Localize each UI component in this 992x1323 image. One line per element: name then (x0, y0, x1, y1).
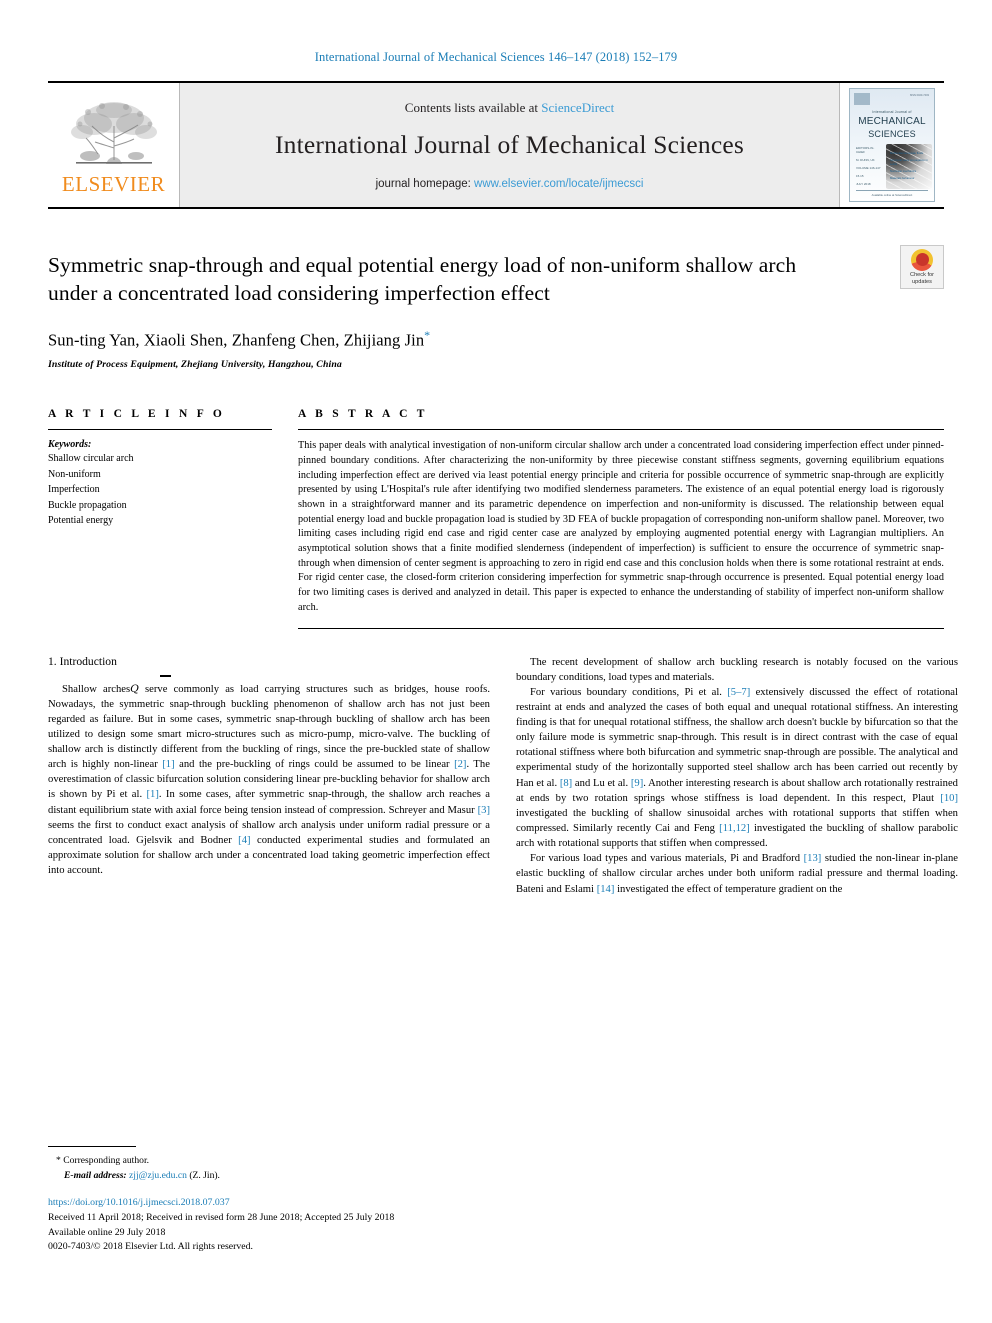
body-columns: 1. Introduction Shallow arches𝑄 serve co… (48, 655, 958, 897)
keyword-item: Buckle propagation (48, 499, 127, 511)
citation-reference[interactable]: [1] (146, 789, 158, 800)
running-head: International Journal of Mechanical Scie… (314, 50, 678, 64)
journal-masthead: ELSEVIER Contents lists available at Sci… (48, 81, 944, 209)
citation-reference[interactable]: [8] (560, 778, 572, 789)
citation-reference[interactable]: [1] (162, 759, 174, 770)
available-online: Available online 29 July 2018 (48, 1226, 166, 1238)
masthead-center: Contents lists available at ScienceDirec… (180, 83, 840, 207)
cover-topic: Structural wave propagation in solids (890, 158, 928, 166)
citation-reference[interactable]: [2] (454, 759, 466, 770)
article-info-heading: A R T I C L E I N F O (48, 408, 226, 421)
citation-reference[interactable]: [10] (940, 793, 958, 804)
journal-cover-container: ISSN 0020-7403 International Journal of … (840, 83, 944, 207)
doi-link[interactable]: https://doi.org/10.1016/j.ijmecsci.2018.… (48, 1196, 490, 1211)
page-footer: * Corresponding author. E-mail address: … (48, 1146, 490, 1255)
crossmark-badge[interactable]: Check for updates (900, 245, 944, 289)
info-abstract-row: A R T I C L E I N F O Keywords: Shallow … (48, 408, 944, 629)
citation-reference[interactable]: [5–7] (727, 687, 750, 698)
cover-issn: ISSN 0020-7403 (909, 94, 929, 97)
abstract-column: A B S T R A C T This paper deals with an… (298, 408, 944, 629)
elsevier-tree-icon (70, 101, 157, 164)
sciencedirect-link[interactable]: ScienceDirect (541, 100, 614, 115)
cover-topic: Materials behaviour (890, 176, 915, 180)
cover-subtitle: International Journal of (872, 110, 912, 114)
citation-reference[interactable]: [14] (597, 884, 615, 895)
paragraph: For various boundary conditions, Pi et a… (516, 686, 958, 850)
citation-reference[interactable]: [9] (631, 778, 643, 789)
cover-topic: Multiscale/nanoscale fluids (890, 151, 924, 155)
author-list: Sun-ting Yan, Xiaoli Shen, Zhanfeng Chen… (48, 328, 944, 351)
footnote-divider (48, 1146, 136, 1148)
corresponding-author-marker: * (424, 327, 431, 342)
article-info-column: A R T I C L E I N F O Keywords: Shallow … (48, 408, 272, 628)
article-history: Received 11 April 2018; Received in revi… (48, 1211, 395, 1223)
keyword-item: Non-uniform (48, 468, 101, 480)
cover-title-line2: SCIENCES (868, 129, 916, 139)
paragraph: Shallow arches𝑄 serve commonly as load c… (48, 674, 490, 879)
email-label: E-mail address: (64, 1169, 127, 1181)
author-names: Sun-ting Yan, Xiaoli Shen, Zhanfeng Chen… (48, 330, 425, 350)
keywords-label: Keywords: (48, 439, 92, 451)
title-block: Symmetric snap-through and equal potenti… (48, 245, 944, 371)
cover-topic: Nonlinear mechanics (890, 169, 917, 173)
journal-homepage-line: journal homepage: www.elsevier.com/locat… (376, 178, 644, 190)
paragraph: The recent development of shallow arch b… (516, 656, 958, 683)
journal-cover-thumbnail: ISSN 0020-7403 International Journal of … (849, 88, 935, 202)
journal-title: International Journal of Mechanical Scie… (274, 130, 745, 159)
article-info-divider (48, 429, 272, 431)
cover-meta-item: VOLUME 146-147 (856, 166, 881, 170)
elsevier-logo: ELSEVIER (48, 83, 180, 207)
doi-block: https://doi.org/10.1016/j.ijmecsci.2018.… (48, 1196, 490, 1255)
cover-meta-item: JULY 2018 (856, 182, 871, 186)
affiliation: Institute of Process Equipment, Zhejiang… (48, 359, 342, 371)
contents-prefix: Contents lists available at (404, 100, 542, 115)
email-person: (Z. Jin). (189, 1169, 220, 1181)
corresponding-text: Corresponding author. (63, 1155, 150, 1167)
cover-publisher-mark (854, 93, 870, 105)
corresponding-author-note: * Corresponding author. (56, 1154, 490, 1168)
contents-available-line: Contents lists available at ScienceDirec… (405, 100, 614, 116)
citation-reference[interactable]: [11,12] (719, 823, 750, 834)
journal-homepage-link[interactable]: www.elsevier.com/locate/ijmecsci (474, 178, 643, 190)
email-link[interactable]: zjj@zju.edu.cn (129, 1170, 187, 1181)
homepage-prefix: journal homepage: (375, 178, 475, 190)
body-column-left: 1. Introduction Shallow arches𝑄 serve co… (48, 655, 490, 897)
body-column-right: The recent development of shallow arch b… (516, 655, 958, 897)
keyword-item: Shallow circular arch (48, 453, 134, 465)
page-title: Symmetric snap-through and equal potenti… (48, 253, 797, 306)
abstract-divider (298, 429, 944, 431)
paper-page: International Journal of Mechanical Scie… (0, 0, 992, 1323)
abstract-bottom-divider (298, 627, 944, 629)
crossmark-label: Check for updates (910, 271, 934, 285)
keyword-item: Potential energy (48, 515, 114, 527)
email-note: E-mail address: zjj@zju.edu.cn (Z. Jin). (48, 1169, 490, 1183)
cover-meta-item: M. DUNN, UK (856, 158, 875, 162)
cover-meta-item: 15.15 (856, 174, 864, 178)
corresponding-star: * (56, 1155, 61, 1167)
cover-meta-item: EDITORS-IN-CHIEF (856, 146, 875, 154)
citation-reference[interactable]: [3] (478, 805, 490, 816)
citation-reference[interactable]: [4] (238, 835, 250, 846)
citation-reference[interactable]: [13] (804, 853, 822, 864)
cover-footer: Available online at ScienceDirect (856, 190, 928, 197)
cover-left-metadata: EDITORS-IN-CHIEF M. DUNN, UK VOLUME 146-… (856, 146, 882, 190)
elsevier-wordmark: ELSEVIER (61, 171, 166, 196)
copyright-line: 0020-7403/© 2018 Elsevier Ltd. All right… (48, 1241, 253, 1253)
crossmark-icon (911, 248, 933, 271)
abstract-text: This paper deals with analytical investi… (298, 440, 944, 613)
cover-right-topics: Multiscale/nanoscale fluids Structural w… (890, 151, 932, 183)
section-heading-introduction: 1. Introduction (48, 654, 117, 668)
keyword-item: Imperfection (48, 484, 100, 496)
cover-title-line1: MECHANICAL (858, 116, 926, 127)
abstract-heading: A B S T R A C T (298, 408, 428, 421)
paragraph: For various load types and various mater… (516, 853, 958, 895)
